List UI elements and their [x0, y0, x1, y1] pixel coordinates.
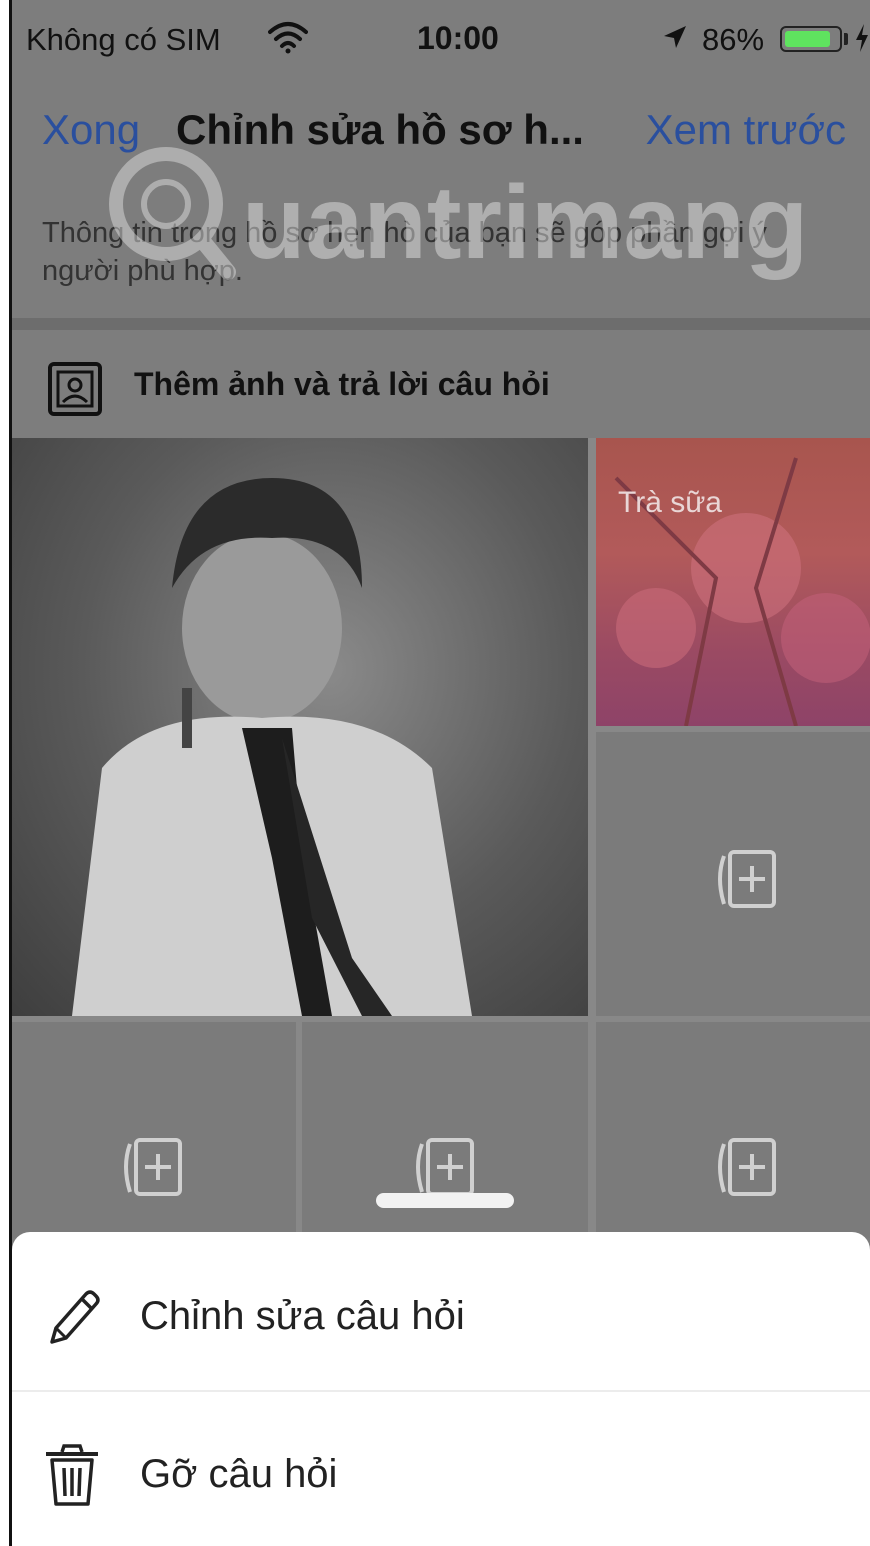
blossom-background [614, 457, 870, 726]
status-bar: Không có SIM 10:00 86% [12, 0, 870, 78]
empty-photo-slot[interactable] [596, 732, 870, 1016]
wifi-icon [268, 22, 308, 54]
profile-photo[interactable] [12, 438, 588, 1016]
trash-icon [46, 1444, 98, 1506]
action-sheet: Chỉnh sửa câu hỏi Gỡ câu hỏi [12, 1232, 870, 1546]
edit-question-label: Chỉnh sửa câu hỏi [140, 1294, 465, 1338]
remove-question-label: Gỡ câu hỏi [140, 1452, 338, 1496]
photo-grid: Trà sữa [12, 438, 870, 1238]
section-divider [12, 318, 870, 330]
sheet-grabber[interactable] [376, 1193, 514, 1208]
remove-question-button[interactable]: Gỡ câu hỏi [12, 1398, 870, 1546]
location-arrow-icon [664, 26, 686, 48]
battery-icon [780, 26, 842, 52]
question-tile[interactable]: Trà sữa [596, 438, 870, 726]
clock: 10:00 [417, 20, 499, 56]
screenshot-border [0, 0, 12, 1546]
add-photo-icon [718, 850, 776, 908]
grid-divider [588, 438, 596, 1238]
pencil-icon [50, 1290, 100, 1344]
photo-frame-icon [48, 362, 102, 416]
edit-question-button[interactable]: Chỉnh sửa câu hỏi [12, 1240, 870, 1390]
charging-bolt-icon [856, 24, 868, 52]
sheet-separator [12, 1390, 870, 1392]
carrier-label: Không có SIM [26, 22, 221, 57]
svg-text:uantrimang: uantrimang [242, 165, 808, 281]
battery-tip [844, 33, 848, 45]
empty-photo-slot[interactable] [12, 1022, 296, 1238]
add-photo-icon [718, 1138, 776, 1196]
battery-fill [785, 31, 830, 47]
battery-percent: 86% [702, 22, 765, 57]
empty-photo-slot[interactable] [596, 1022, 870, 1238]
person-photo-illustration [72, 478, 472, 1016]
section-header: Thêm ảnh và trả lời câu hỏi [12, 330, 870, 436]
watermark-logo: uantrimang [109, 147, 808, 281]
screen: Không có SIM 10:00 86% Xong Chỉnh sửa hồ… [0, 0, 870, 1546]
question-text: Trà sữa [618, 486, 722, 519]
add-photo-icon [416, 1138, 474, 1196]
section-title: Thêm ảnh và trả lời câu hỏi [134, 366, 550, 402]
add-photo-icon [124, 1138, 182, 1196]
